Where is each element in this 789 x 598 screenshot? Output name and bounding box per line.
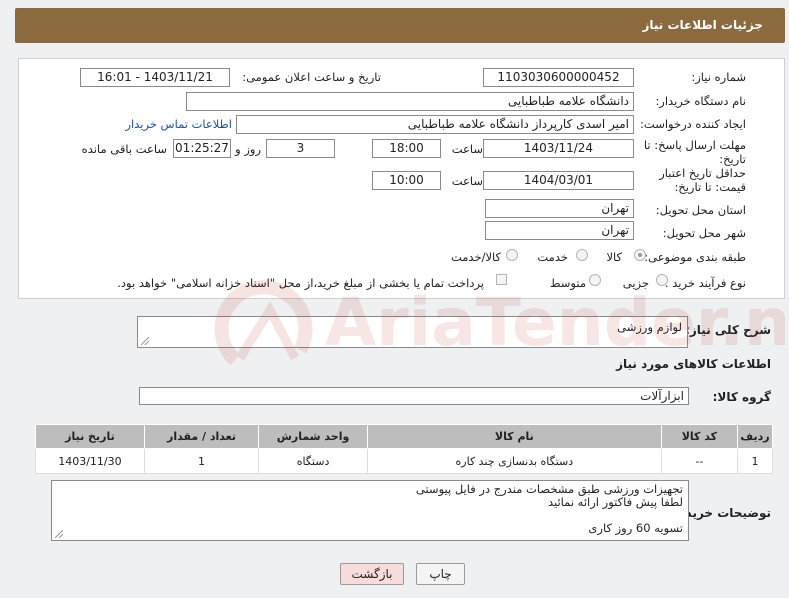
buyer-org-label: نام دستگاه خریدار: <box>655 94 746 108</box>
cell-goods-code: -- <box>660 448 738 474</box>
price-valid-label: حداقل تاریخ اعتبار قیمت: تا تاریخ: <box>659 166 746 194</box>
category-radio-goods-service[interactable] <box>506 249 518 261</box>
buyer-notes-line-3: تسویه 60 روز کاری <box>588 521 683 535</box>
category-radio-service[interactable] <box>576 249 588 261</box>
province-label: استان محل تحویل: <box>655 203 746 217</box>
category-option-goods-service: کالا/خدمت <box>450 250 501 264</box>
description-textarea: لوازم ورزشی <box>137 316 688 348</box>
cell-goods-name: دستگاه بدنسازی چند کاره <box>366 448 662 474</box>
buyer-contact-link[interactable]: اطلاعات تماس خریدار <box>125 117 232 131</box>
remaining-time-field: 01:25:27 <box>173 139 231 158</box>
items-table-header: ردیف کد کالا نام کالا واحد شمارش تعداد /… <box>35 424 774 449</box>
cell-row-number: 1 <box>736 448 774 474</box>
need-number-field: 1103030600000452 <box>483 68 634 87</box>
price-valid-date-field: 1404/03/01 <box>483 171 634 190</box>
items-table: ردیف کد کالا نام کالا واحد شمارش تعداد /… <box>35 424 774 474</box>
remaining-label: ساعت باقی مانده <box>81 142 167 156</box>
treasury-payment-checkbox[interactable] <box>496 274 507 285</box>
city-label: شهر محل تحویل: <box>662 226 746 240</box>
process-option-minor: جزیی <box>622 276 649 290</box>
goods-group-field: ابزارآلات <box>139 387 689 405</box>
announce-datetime-field: 1403/11/21 - 16:01 <box>80 68 230 87</box>
city-field: تهران <box>485 221 634 240</box>
col-row-number: ردیف <box>736 424 774 449</box>
deadline-time-field: 18:00 <box>372 139 441 158</box>
category-option-goods: کالا <box>606 250 622 264</box>
col-goods-name: نام کالا <box>366 424 662 449</box>
table-row: 1 -- دستگاه بدنسازی چند کاره دستگاه 1 14… <box>35 448 774 474</box>
col-unit: واحد شمارش <box>258 424 368 449</box>
process-option-medium: متوسط <box>549 276 586 290</box>
deadline-label: مهلت ارسال پاسخ: تا تاریخ: <box>643 138 746 166</box>
col-need-date: تاریخ نیاز <box>35 424 145 449</box>
col-goods-code: کد کالا <box>660 424 738 449</box>
resize-grip-icon[interactable] <box>141 337 149 345</box>
treasury-payment-note: پرداخت تمام یا بخشی از مبلغ خرید،از محل … <box>117 276 484 290</box>
buyer-notes-textarea: تجهیزات ورزشی طبق مشخصات مندرج در فایل پ… <box>51 480 689 541</box>
process-radio-minor[interactable] <box>656 274 668 286</box>
back-button[interactable]: بازگشت <box>340 563 404 585</box>
print-button[interactable]: چاپ <box>416 563 465 585</box>
col-quantity: تعداد / مقدار <box>143 424 260 449</box>
need-number-label: شماره نیاز: <box>691 70 746 84</box>
days-field: 3 <box>266 139 335 158</box>
description-label: شرح کلی نیاز: <box>685 323 771 337</box>
cell-need-date: 1403/11/30 <box>35 448 145 474</box>
buyer-org-field: دانشگاه علامه طباطبایی <box>186 92 634 111</box>
page-header: جزئیات اطلاعات نیاز <box>15 8 785 43</box>
process-radio-medium[interactable] <box>589 274 601 286</box>
description-value: لوازم ورزشی <box>617 320 682 334</box>
buyer-notes-line-2: لطفا پیش فاکتور ارائه نمائید <box>547 495 683 509</box>
price-valid-time-label: ساعت <box>451 174 483 188</box>
creator-field: امیر اسدی کارپرداز دانشگاه علامه طباطبای… <box>236 115 634 134</box>
cell-unit: دستگاه <box>258 448 368 474</box>
deadline-date-field: 1403/11/24 <box>483 139 634 158</box>
category-option-service: خدمت <box>537 250 568 264</box>
page-title: جزئیات اطلاعات نیاز <box>642 18 763 32</box>
resize-grip-icon[interactable] <box>55 530 63 538</box>
province-field: تهران <box>485 199 634 218</box>
creator-label: ایجاد کننده درخواست: <box>640 117 746 131</box>
deadline-time-label: ساعت <box>451 142 483 156</box>
items-section-title: اطلاعات کالاهای مورد نیاز <box>616 357 771 371</box>
category-label: طبقه بندی موضوعی: <box>644 250 746 264</box>
cell-quantity: 1 <box>143 448 260 474</box>
goods-group-label: گروه کالا: <box>712 390 771 404</box>
process-label: نوع فرآیند خرید : <box>664 276 746 290</box>
announce-label: تاریخ و ساعت اعلان عمومی: <box>242 70 381 84</box>
price-valid-time-field: 10:00 <box>372 171 441 190</box>
category-radio-goods[interactable] <box>634 249 646 261</box>
days-label: روز و <box>235 142 261 156</box>
